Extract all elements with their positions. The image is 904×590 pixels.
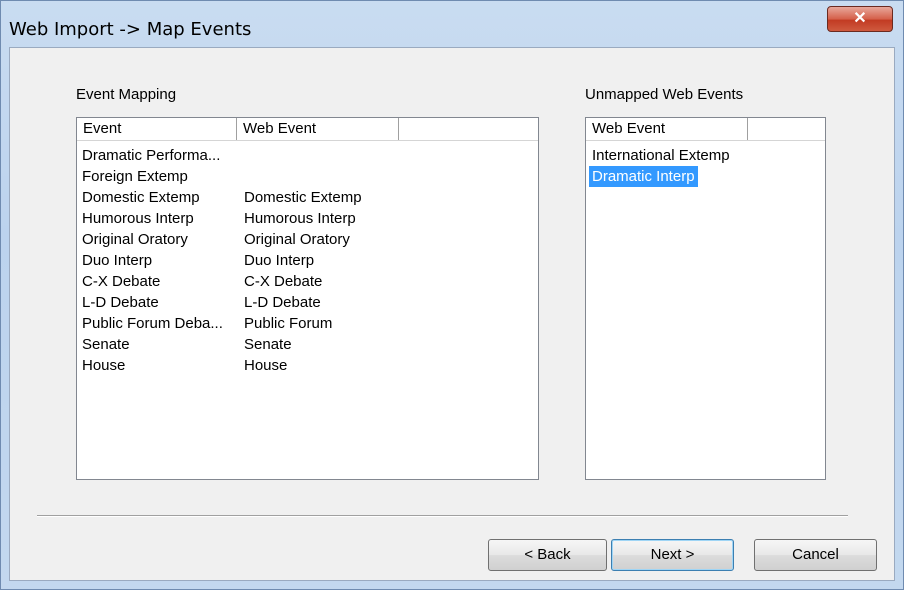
column-header-empty[interactable]: [399, 118, 539, 140]
table-row[interactable]: Humorous Interp Humorous Interp: [77, 208, 538, 229]
column-header-empty[interactable]: [748, 118, 826, 140]
web-event-cell: House: [244, 357, 288, 374]
unmapped-event-label: International Extemp: [592, 147, 730, 164]
cancel-button[interactable]: Cancel: [754, 539, 877, 571]
web-event-cell: Humorous Interp: [244, 210, 356, 227]
separator-line: [37, 515, 848, 517]
event-cell: House: [82, 357, 126, 374]
event-cell: Public Forum Deba...: [82, 315, 223, 332]
event-cell: C-X Debate: [82, 273, 161, 290]
event-cell: Foreign Extemp: [82, 168, 188, 185]
web-event-cell: L-D Debate: [244, 294, 321, 311]
list-item[interactable]: International Extemp: [586, 145, 825, 166]
event-cell: Dramatic Performa...: [82, 147, 221, 164]
event-cell: Senate: [82, 336, 130, 353]
close-button[interactable]: ✕: [827, 6, 893, 32]
table-row[interactable]: Senate Senate: [77, 334, 538, 355]
event-cell: L-D Debate: [82, 294, 159, 311]
event-cell: Duo Interp: [82, 252, 153, 269]
web-event-cell: Domestic Extemp: [244, 189, 362, 206]
web-event-cell: C-X Debate: [244, 273, 323, 290]
table-row[interactable]: Original Oratory Original Oratory: [77, 229, 538, 250]
event-mapping-header: Event Web Event: [77, 118, 538, 141]
event-cell: Humorous Interp: [82, 210, 194, 227]
title-bar[interactable]: Web Import -> Map Events ✕: [1, 1, 903, 47]
table-row[interactable]: L-D Debate L-D Debate: [77, 292, 538, 313]
unmapped-web-events-label: Unmapped Web Events: [585, 86, 744, 103]
table-row[interactable]: Foreign Extemp: [77, 166, 538, 187]
event-mapping-label: Event Mapping: [76, 86, 177, 103]
table-row[interactable]: House House: [77, 355, 538, 376]
unmapped-web-events-list[interactable]: Web Event International Extemp Dramatic I…: [585, 117, 826, 480]
web-event-cell: Duo Interp: [244, 252, 315, 269]
web-event-cell: Original Oratory: [244, 231, 350, 248]
event-cell: Original Oratory: [82, 231, 188, 248]
event-mapping-list[interactable]: Event Web Event Dramatic Performa... Fore…: [76, 117, 539, 480]
back-button[interactable]: < Back: [488, 539, 607, 571]
table-row[interactable]: Public Forum Deba... Public Forum: [77, 313, 538, 334]
web-event-cell: Public Forum: [244, 315, 333, 332]
table-row[interactable]: Duo Interp Duo Interp: [77, 250, 538, 271]
close-icon: ✕: [853, 10, 867, 27]
unmapped-header: Web Event: [586, 118, 825, 141]
window-title: Web Import -> Map Events: [9, 19, 252, 40]
table-row[interactable]: Dramatic Performa...: [77, 145, 538, 166]
column-header-event[interactable]: Event: [77, 118, 237, 140]
table-row[interactable]: Domestic Extemp Domestic Extemp: [77, 187, 538, 208]
column-header-web-event[interactable]: Web Event: [586, 118, 748, 140]
dialog-client-area: Event Mapping Event Web Event Dramatic P…: [9, 47, 895, 581]
next-button[interactable]: Next >: [611, 539, 734, 571]
list-item[interactable]: Dramatic Interp: [586, 166, 825, 187]
web-event-cell: Senate: [244, 336, 292, 353]
dialog-window: Web Import -> Map Events ✕ Event Mapping…: [0, 0, 904, 590]
column-header-web-event[interactable]: Web Event: [237, 118, 399, 140]
table-row[interactable]: C-X Debate C-X Debate: [77, 271, 538, 292]
event-cell: Domestic Extemp: [82, 189, 200, 206]
unmapped-event-label: Dramatic Interp: [589, 166, 698, 187]
